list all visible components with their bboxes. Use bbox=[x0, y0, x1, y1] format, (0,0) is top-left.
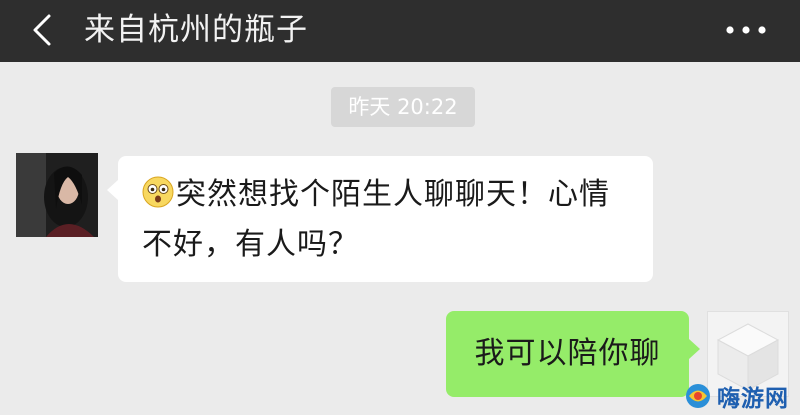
astonished-face-emoji-icon bbox=[142, 176, 174, 208]
back-button[interactable] bbox=[22, 8, 62, 52]
sender-avatar[interactable] bbox=[16, 153, 98, 237]
site-watermark: 嗨游网 bbox=[683, 377, 800, 415]
watermark-text: 嗨游网 bbox=[717, 386, 789, 412]
chat-header: 来自杭州的瓶子 bbox=[0, 0, 800, 62]
incoming-message: 突然想找个陌生人聊聊天！心情不好，有人吗？ bbox=[142, 170, 631, 270]
user-photo-icon bbox=[16, 153, 98, 237]
incoming-message-bubble[interactable]: 突然想找个陌生人聊聊天！心情不好，有人吗？ bbox=[107, 156, 653, 282]
message-timestamp: 昨天 20:22 bbox=[331, 87, 475, 127]
incoming-message-text: 突然想找个陌生人聊聊天！心情不好，有人吗？ bbox=[142, 177, 610, 262]
outgoing-message-bubble[interactable]: 我可以陪你聊 bbox=[446, 311, 700, 397]
chevron-left-icon bbox=[33, 14, 51, 46]
more-dots-icon bbox=[726, 26, 766, 34]
more-options-button[interactable] bbox=[716, 10, 776, 50]
chat-title: 来自杭州的瓶子 bbox=[84, 12, 308, 48]
outgoing-message-text: 我可以陪你聊 bbox=[474, 336, 661, 371]
site-logo-icon bbox=[686, 384, 710, 408]
